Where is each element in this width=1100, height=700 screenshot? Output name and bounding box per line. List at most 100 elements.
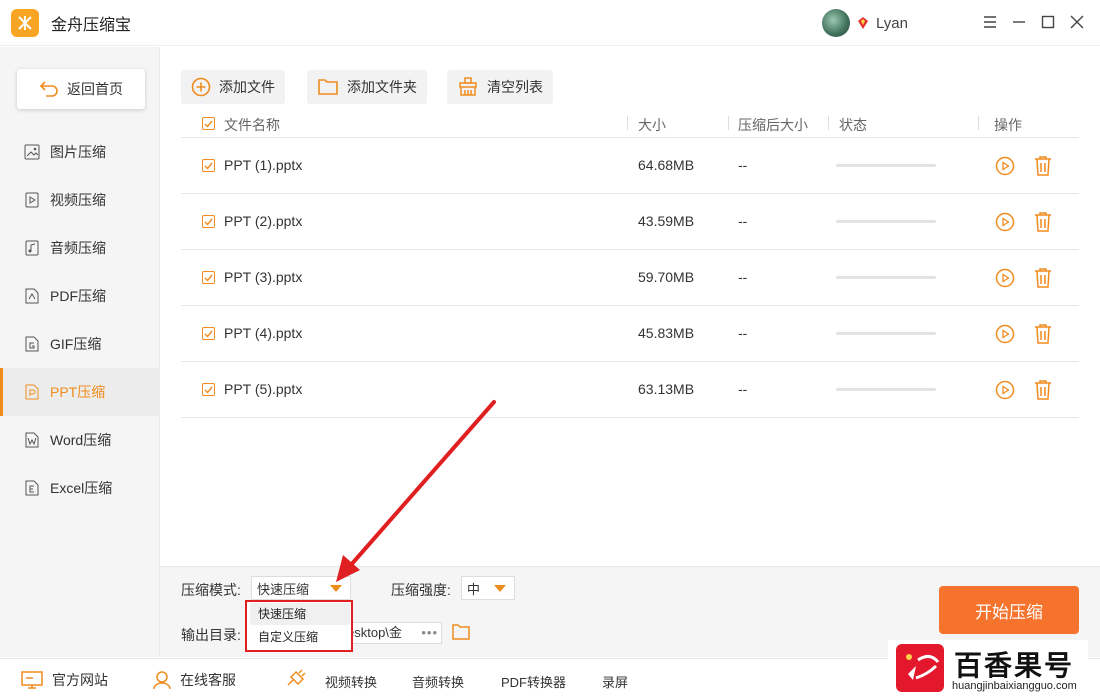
progress-bar bbox=[836, 220, 936, 223]
sidebar-item-label: 视频压缩 bbox=[50, 192, 106, 208]
open-folder-icon[interactable] bbox=[451, 622, 471, 642]
start-compress-button[interactable]: 开始压缩 bbox=[939, 586, 1079, 634]
play-icon[interactable] bbox=[995, 212, 1015, 232]
sidebar-item-ppt[interactable]: PPT压缩 bbox=[0, 368, 160, 416]
compressed-size: -- bbox=[738, 269, 748, 285]
table-row: PPT (3).pptx 59.70MB -- bbox=[181, 250, 1079, 306]
video-convert-link[interactable]: 视频转换 bbox=[325, 672, 377, 691]
play-icon[interactable] bbox=[995, 268, 1015, 288]
chevron-down-icon bbox=[494, 585, 506, 592]
mode-dropdown-menu: 快速压缩 自定义压缩 bbox=[245, 600, 353, 652]
row-checkbox[interactable] bbox=[202, 327, 215, 340]
sidebar: 返回首页 图片压缩 视频压缩 音频压缩 PDF压缩 GIF压缩 PPT压缩 Wo… bbox=[0, 47, 160, 657]
header-compressed-size: 压缩后大小 bbox=[738, 117, 808, 133]
user-profile[interactable]: Lyan bbox=[822, 9, 908, 37]
folder-icon bbox=[318, 79, 338, 95]
row-checkbox[interactable] bbox=[202, 271, 215, 284]
strength-value: 中 bbox=[467, 581, 481, 597]
output-path-field[interactable]: esktop\金 ••• bbox=[340, 622, 442, 644]
row-checkbox[interactable] bbox=[202, 383, 215, 396]
table-header: 文件名称 大小 压缩后大小 状态 操作 bbox=[181, 109, 1079, 138]
more-icon[interactable]: ••• bbox=[421, 623, 438, 643]
row-checkbox[interactable] bbox=[202, 159, 215, 172]
word-icon bbox=[25, 432, 39, 448]
app-logo-icon bbox=[11, 8, 39, 37]
pdf-icon bbox=[25, 288, 39, 304]
clear-list-button[interactable]: 清空列表 bbox=[447, 70, 553, 104]
header-divider bbox=[728, 116, 729, 130]
mode-value: 快速压缩 bbox=[257, 581, 310, 597]
trash-icon[interactable] bbox=[1033, 155, 1053, 177]
add-folder-button[interactable]: 添加文件夹 bbox=[307, 70, 427, 104]
username: Lyan bbox=[876, 14, 908, 32]
header-actions: 操作 bbox=[994, 117, 1022, 133]
sidebar-item-pdf[interactable]: PDF压缩 bbox=[0, 272, 160, 320]
compressed-size: -- bbox=[738, 157, 748, 173]
play-icon[interactable] bbox=[995, 156, 1015, 176]
mode-label: 压缩模式: bbox=[181, 582, 241, 598]
select-all-checkbox[interactable] bbox=[202, 117, 215, 130]
sidebar-item-audio[interactable]: 音频压缩 bbox=[0, 224, 160, 272]
file-size: 59.70MB bbox=[638, 269, 695, 285]
sidebar-item-video[interactable]: 视频压缩 bbox=[0, 176, 160, 224]
close-icon[interactable] bbox=[1068, 13, 1086, 31]
header-divider bbox=[627, 116, 628, 130]
support-link[interactable]: 在线客服 bbox=[152, 670, 236, 690]
file-size: 45.83MB bbox=[638, 325, 695, 341]
file-name: PPT (2).pptx bbox=[224, 213, 303, 229]
audio-icon bbox=[25, 240, 39, 256]
table-row: PPT (4).pptx 45.83MB -- bbox=[181, 306, 1079, 362]
record-link[interactable]: 录屏 bbox=[602, 672, 628, 691]
file-name: PPT (1).pptx bbox=[224, 157, 303, 173]
add-file-button[interactable]: 添加文件 bbox=[181, 70, 285, 104]
clear-list-label: 清空列表 bbox=[487, 79, 543, 95]
trash-icon[interactable] bbox=[1033, 267, 1053, 289]
maximize-icon[interactable] bbox=[1039, 13, 1057, 31]
website-label: 官方网站 bbox=[52, 672, 108, 688]
file-name: PPT (5).pptx bbox=[224, 381, 303, 397]
add-folder-label: 添加文件夹 bbox=[347, 79, 417, 95]
video-icon bbox=[25, 192, 39, 208]
sidebar-item-label: GIF压缩 bbox=[50, 336, 102, 352]
minimize-icon[interactable] bbox=[1010, 13, 1028, 31]
website-link[interactable]: 官方网站 bbox=[20, 670, 108, 690]
compressed-size: -- bbox=[738, 325, 748, 341]
option-custom-compress[interactable]: 自定义压缩 bbox=[250, 626, 350, 648]
sidebar-item-excel[interactable]: Excel压缩 bbox=[0, 464, 160, 512]
pdf-convert-link[interactable]: PDF转换器 bbox=[501, 672, 566, 691]
sidebar-item-image[interactable]: 图片压缩 bbox=[0, 128, 160, 176]
gif-icon bbox=[25, 336, 39, 352]
play-icon[interactable] bbox=[995, 380, 1015, 400]
home-button[interactable]: 返回首页 bbox=[17, 69, 145, 109]
trash-icon[interactable] bbox=[1033, 211, 1053, 233]
menu-icon[interactable] bbox=[981, 13, 999, 31]
broom-icon bbox=[459, 77, 477, 96]
avatar[interactable] bbox=[822, 9, 850, 37]
option-fast-compress[interactable]: 快速压缩 bbox=[250, 603, 350, 625]
ppt-icon bbox=[25, 384, 39, 400]
trash-icon[interactable] bbox=[1033, 323, 1053, 345]
sidebar-item-word[interactable]: Word压缩 bbox=[0, 416, 160, 464]
header-divider bbox=[828, 116, 829, 130]
audio-convert-link[interactable]: 音频转换 bbox=[412, 672, 464, 691]
file-name: PPT (4).pptx bbox=[224, 325, 303, 341]
header-status: 状态 bbox=[839, 117, 867, 133]
compressed-size: -- bbox=[738, 381, 748, 397]
sidebar-item-label: PPT压缩 bbox=[50, 384, 106, 400]
add-file-label: 添加文件 bbox=[219, 79, 275, 95]
trash-icon[interactable] bbox=[1033, 379, 1053, 401]
mode-select[interactable]: 快速压缩 bbox=[251, 576, 351, 600]
watermark-title: 百香果号 bbox=[954, 650, 1075, 681]
sidebar-item-gif[interactable]: GIF压缩 bbox=[0, 320, 160, 368]
row-checkbox[interactable] bbox=[202, 215, 215, 228]
strength-label: 压缩强度: bbox=[391, 582, 451, 598]
file-size: 43.59MB bbox=[638, 213, 695, 229]
table-row: PPT (2).pptx 43.59MB -- bbox=[181, 194, 1079, 250]
play-icon[interactable] bbox=[995, 324, 1015, 344]
strength-select[interactable]: 中 bbox=[461, 576, 515, 600]
watermark-logo-icon bbox=[896, 644, 944, 692]
sidebar-item-label: 图片压缩 bbox=[50, 144, 106, 160]
table-row: PPT (1).pptx 64.68MB -- bbox=[181, 138, 1079, 194]
progress-bar bbox=[836, 388, 936, 391]
title-bar: 金舟压缩宝 Lyan bbox=[0, 0, 1100, 46]
